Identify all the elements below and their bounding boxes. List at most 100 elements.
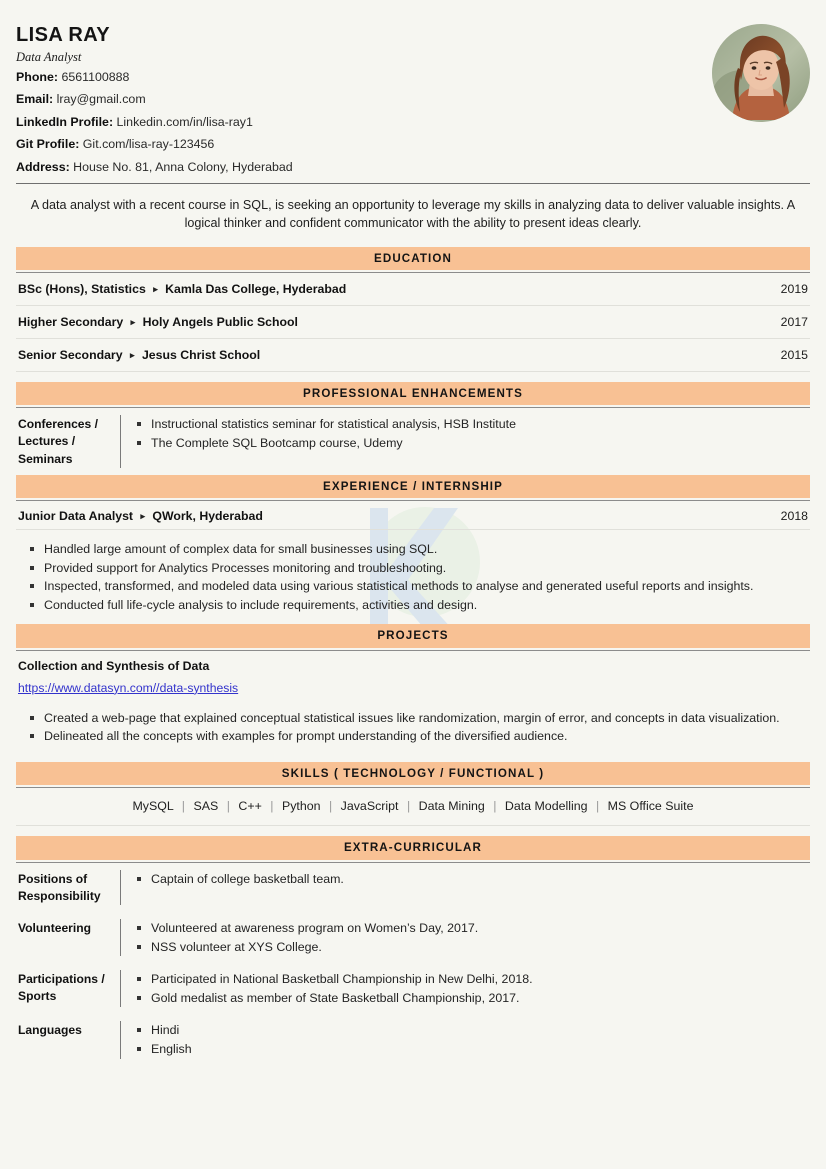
contact-phone: Phone: 6561100888 [16,71,810,83]
header-divider [16,183,810,185]
triangle-separator-icon: ▸ [140,511,145,522]
extra-curricular-key: Languages [18,1023,82,1038]
contact-phone-label: Phone: [16,70,58,84]
experience-year: 2018 [780,509,808,524]
extra-curricular-list: Participated in National Basketball Cham… [135,970,810,1007]
professional-enhancements-key: Conferences / Lectures / Seminars [18,417,98,466]
skill-item: Python [281,799,321,814]
project-list: Created a web-page that explained concep… [28,709,810,746]
contact-address-value: House No. 81, Anna Colony, Hyderabad [73,159,293,174]
triangle-separator-icon: ▸ [130,316,136,327]
project-link[interactable]: https://www.datasyn.com//data-synthesis [16,673,240,695]
extra-curricular-row: Volunteering Volunteered at awareness pr… [16,912,810,963]
education-degree: Higher Secondary [18,314,124,329]
education-row: Senior Secondary ▸ Jesus Christ School 2… [16,339,810,372]
contact-email-label: Email: [16,92,54,107]
extra-curricular-row: Participations / Sports Participated in … [16,963,810,1014]
section-header-professional-enhancements: PROFESSIONAL ENHANCEMENTS [16,381,810,406]
contact-address: Address: House No. 81, Anna Colony, Hyde… [16,159,810,174]
skill-item: Data Modelling [504,799,588,814]
resume-page: LISA RAY Data Analyst Phone: 6561100888 … [0,0,826,1169]
profile-summary: A data analyst with a recent course in S… [30,198,796,231]
skill-item: JavaScript [340,799,399,814]
contact-linkedin-label: LinkedIn Profile: [16,114,114,129]
education-institute: Kamla Das College, Hyderabad [165,281,347,296]
section-header-education: EDUCATION [16,246,810,270]
list-item: Instructional statistics seminar for sta… [135,415,810,434]
list-item: Volunteered at awareness program on Wome… [135,919,810,938]
extra-curricular-value: Hindi English [120,1021,810,1059]
contact-git-value: Git.com/lisa-ray-123456 [82,137,215,152]
list-item: Provided support for Analytics Processes… [28,559,810,578]
extra-curricular-key: Volunteering [18,921,92,936]
extra-curricular-row: Positions of Responsibility Captain of c… [16,863,810,912]
experience-entry: Junior Data Analyst ▸ QWork, Hyderabad [18,509,263,523]
page-title: LISA RAY [16,24,110,46]
extra-curricular-key: Participations / Sports [18,972,105,1004]
skill-item: C++ [238,799,262,814]
list-item: Gold medalist as member of State Basketb… [135,989,810,1008]
list-item: Handled large amount of complex data for… [28,540,810,559]
experience-company: QWork, Hyderabad [152,509,263,524]
education-entry: BSc (Hons), Statistics ▸ Kamla Das Colle… [18,282,346,296]
list-item: NSS volunteer at XYS College. [135,938,810,957]
skill-separator: | [270,799,274,814]
section-header-experience: EXPERIENCE / INTERNSHIP [16,474,810,499]
skill-separator: | [181,799,186,814]
contact-linkedin-value: Linkedin.com/in/lisa-ray1 [116,114,253,129]
education-entry: Higher Secondary ▸ Holy Angels Public Sc… [18,315,298,329]
education-year: 2015 [780,347,808,362]
extra-curricular-row: Languages Hindi English [16,1014,810,1065]
extra-curricular-value: Captain of college basketball team. [120,869,810,906]
list-item: Delineated all the concepts with example… [28,727,810,746]
list-item: Participated in National Basketball Cham… [135,970,810,989]
experience-header-row: Junior Data Analyst ▸ QWork, Hyderabad 2… [16,501,810,531]
resume-content: LISA RAY Data Analyst Phone: 6561100888 … [0,0,826,1066]
education-row: BSc (Hons), Statistics ▸ Kamla Das Colle… [16,273,810,306]
triangle-separator-icon: ▸ [153,283,158,294]
project-bullets: Created a web-page that explained concep… [16,697,810,756]
section-header-projects: PROJECTS [16,624,810,648]
extra-curricular-key: Positions of Responsibility [18,871,101,903]
education-institute: Jesus Christ School [141,347,261,362]
avatar [712,24,810,122]
contact-linkedin: LinkedIn Profile: Linkedin.com/in/lisa-r… [16,116,810,128]
skill-separator: | [493,799,497,814]
section-header-skills: SKILLS ( TECHNOLOGY / FUNCTIONAL ) [16,762,810,786]
skill-separator: | [595,799,600,814]
extra-curricular-value: Participated in National Basketball Cham… [120,970,810,1008]
contact-email-value: lray@gmail.com [56,92,146,107]
skill-separator: | [328,799,333,814]
list-item: Conducted full life-cycle analysis to in… [28,596,810,615]
skill-separator: | [226,799,230,814]
extra-curricular-list: Hindi English [135,1021,810,1058]
list-item: Hindi [135,1021,810,1040]
list-item: The Complete SQL Bootcamp course, Udemy [135,434,810,453]
professional-enhancements-value: Instructional statistics seminar for sta… [120,415,810,468]
section-header-extra-curricular: EXTRA-CURRICULAR [16,836,810,860]
professional-enhancements-list: Instructional statistics seminar for sta… [135,415,810,452]
professional-enhancements-row: Conferences / Lectures / Seminars Instru… [16,408,810,475]
triangle-separator-icon: ▸ [129,349,135,360]
contact-address-label: Address: [16,159,70,174]
experience-role: Junior Data Analyst [18,509,134,524]
contact-git: Git Profile: Git.com/lisa-ray-123456 [16,138,810,150]
list-item: Captain of college basketball team. [135,870,810,889]
resume-header: LISA RAY Data Analyst Phone: 6561100888 … [16,0,810,185]
education-year: 2017 [780,314,808,329]
extra-curricular-list: Captain of college basketball team. [135,870,810,889]
education-entry: Senior Secondary ▸ Jesus Christ School [18,348,260,362]
contact-git-label: Git Profile: [16,137,80,152]
skill-separator: | [406,799,411,814]
education-degree: Senior Secondary [18,347,123,362]
skills-list: MySQL | SAS | C++ | Python | JavaScript … [16,788,810,827]
education-degree: BSc (Hons), Statistics [18,281,146,296]
contact-email: Email: lray@gmail.com [16,93,810,105]
experience-bullets: Handled large amount of complex data for… [16,530,810,624]
skill-item: MySQL [132,799,174,814]
list-item: English [135,1040,810,1059]
education-year: 2019 [780,281,808,296]
education-institute: Holy Angels Public School [142,314,298,329]
experience-list: Handled large amount of complex data for… [28,540,810,614]
job-role: Data Analyst [16,50,82,64]
